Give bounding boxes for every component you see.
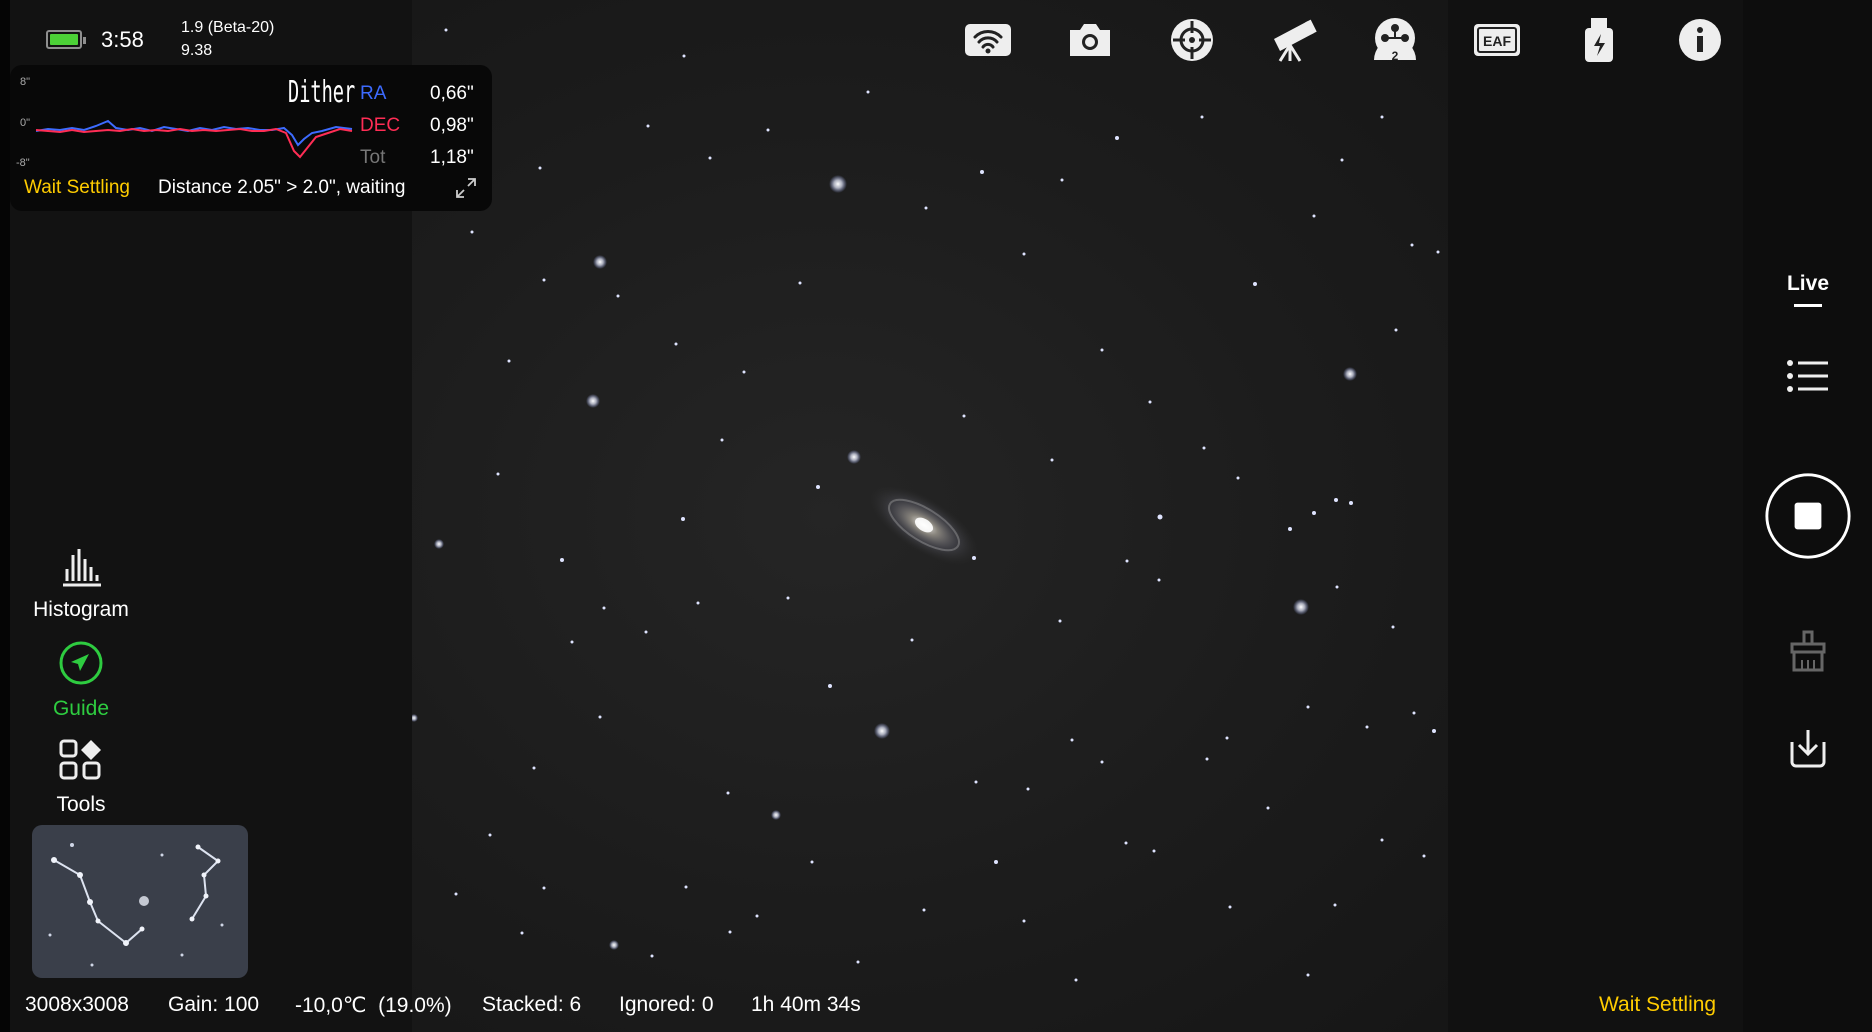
dec-label: DEC [360, 115, 401, 136]
tools-label: Tools [56, 793, 106, 816]
ignored-text: Ignored: 0 [619, 993, 714, 1016]
stop-icon [1765, 473, 1851, 559]
histogram-icon [63, 549, 101, 587]
tot-value: 1,18" [430, 147, 474, 168]
filter-wheel-icon[interactable]: 2 [1367, 12, 1423, 68]
wifi-icon[interactable] [960, 12, 1016, 68]
star-field [412, 28, 1440, 982]
y-label-top: 8" [20, 76, 31, 88]
download-icon [1790, 730, 1826, 768]
usb-power-icon[interactable] [1571, 12, 1627, 68]
live-label: Live [1786, 271, 1830, 295]
guide-message: Distance 2.05" > 2.0", waiting [158, 177, 406, 198]
clock: 3:58 [101, 27, 144, 52]
y-label-bottom: -8" [16, 157, 30, 169]
guide-graph-panel[interactable]: 8" 0" -8" Dither RA 0,66" DEC 0,98" Tot … [10, 65, 492, 211]
app-version: 1.9 (Beta-20) [181, 19, 275, 36]
dither-label: Dither [288, 75, 356, 110]
sky-image[interactable] [412, 0, 1448, 1032]
eaf-icon[interactable]: EAF [1469, 12, 1525, 68]
galaxy [869, 485, 979, 565]
telescope-icon[interactable] [1266, 12, 1322, 68]
ra-value: 0,66" [430, 83, 474, 104]
histogram-label: Histogram [33, 598, 129, 621]
live-tab[interactable]: Live [1764, 264, 1852, 314]
ra-line [36, 119, 353, 147]
guide-icon [59, 641, 103, 685]
dec-line [36, 127, 353, 159]
battery-icon [46, 30, 86, 49]
right-empty-area [1448, 0, 1743, 1032]
guide-state: Wait Settling [24, 177, 130, 198]
temperature-text: -10,0℃ (19.0%) [295, 994, 452, 1017]
star-map-thumbnail[interactable] [32, 825, 248, 978]
list-icon [1787, 360, 1828, 392]
faint-stars [444, 28, 1440, 982]
histogram-button[interactable]: Histogram [10, 545, 152, 622]
app-build: 9.38 [181, 42, 213, 59]
tools-button[interactable]: Tools [10, 738, 152, 817]
stop-button[interactable] [1764, 470, 1852, 562]
clean-button[interactable] [1764, 628, 1852, 674]
guide-label: Guide [52, 697, 110, 720]
left-edge-shade [0, 0, 10, 1032]
duration-text: 1h 40m 34s [751, 993, 861, 1016]
resolution-text: 3008x3008 [25, 993, 129, 1016]
stacked-text: Stacked: 6 [482, 993, 582, 1016]
save-button[interactable] [1764, 726, 1852, 772]
filter-slot-number: 2 [1392, 49, 1399, 63]
ra-label: RA [360, 83, 387, 104]
tot-label: Tot [360, 147, 386, 168]
constellation-map [48, 843, 224, 967]
camera-icon[interactable] [1062, 12, 1118, 68]
tools-icon [59, 739, 101, 780]
guide-button[interactable]: Guide [10, 640, 152, 721]
dec-value: 0,98" [430, 115, 474, 136]
session-state-text: Wait Settling [1599, 993, 1717, 1016]
brush-icon [1790, 630, 1826, 672]
guide-scope-icon[interactable] [1164, 12, 1220, 68]
eaf-text: EAF [1483, 33, 1511, 49]
y-label-zero: 0" [20, 117, 31, 129]
live-indicator [1794, 303, 1822, 307]
expand-icon[interactable] [455, 177, 477, 199]
list-button[interactable] [1764, 352, 1852, 400]
bright-stars [412, 175, 1357, 950]
gain-text: Gain: 100 [168, 993, 260, 1016]
info-icon[interactable] [1672, 12, 1728, 68]
